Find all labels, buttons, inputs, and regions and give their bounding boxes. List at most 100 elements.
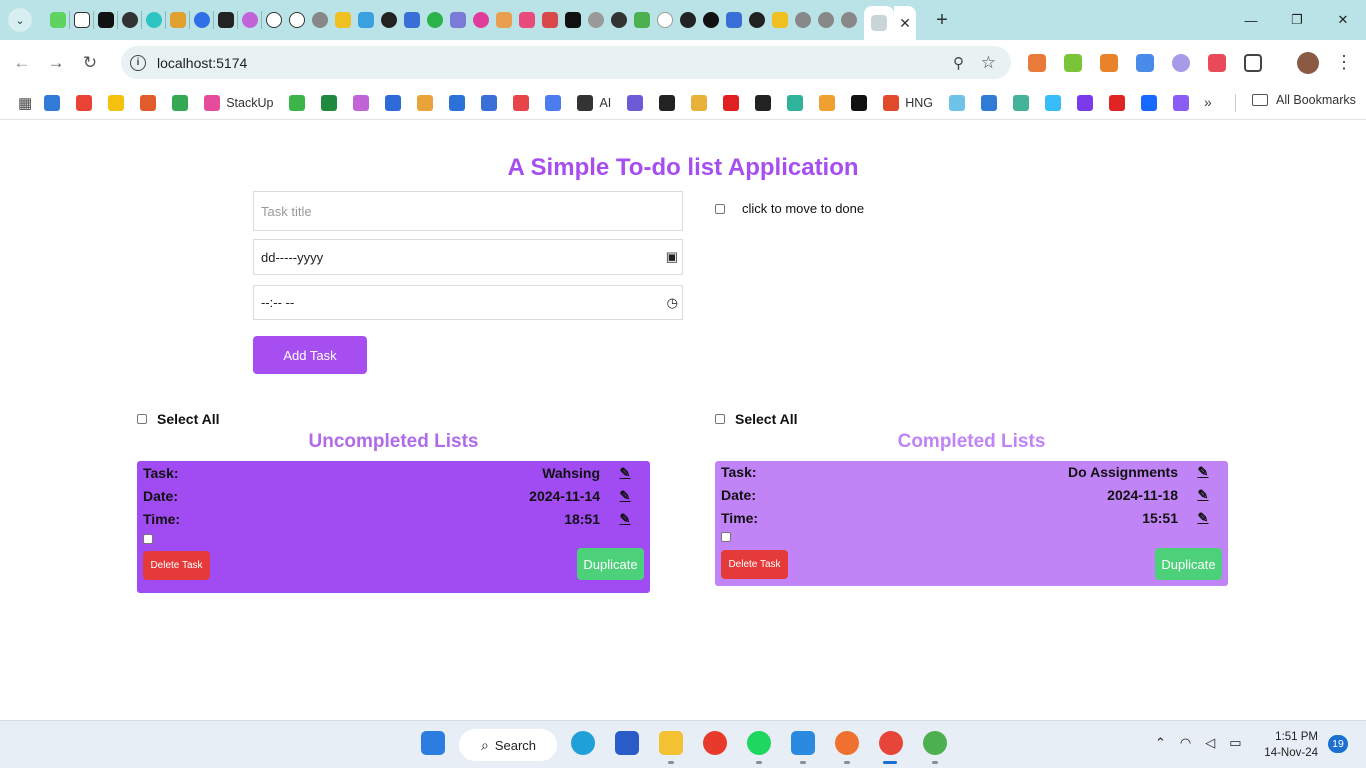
tab[interactable] (584, 0, 607, 40)
extension-icon[interactable] (1064, 54, 1082, 72)
bookmark-item[interactable] (1045, 89, 1062, 117)
tab[interactable] (331, 0, 354, 40)
tab[interactable] (722, 0, 745, 40)
chrome-profile-icon[interactable] (923, 731, 947, 755)
active-tab[interactable] (864, 6, 894, 40)
tab[interactable] (400, 0, 423, 40)
bookmark-item[interactable] (140, 89, 157, 117)
reload-button[interactable]: ↻ (73, 46, 107, 80)
tab[interactable] (238, 0, 261, 40)
delete-task-button[interactable]: Delete Task (721, 550, 788, 579)
edit-date-icon[interactable]: ✎ (614, 488, 636, 504)
edit-time-icon[interactable]: ✎ (614, 511, 636, 527)
edit-task-icon[interactable]: ✎ (614, 465, 636, 481)
move-to-done-checkbox[interactable] (715, 203, 725, 214)
bookmark-item[interactable] (691, 89, 708, 117)
tab[interactable] (142, 0, 165, 40)
wps-icon[interactable] (703, 731, 727, 755)
bookmark-item[interactable] (659, 89, 676, 117)
bookmark-item[interactable] (172, 89, 189, 117)
extension-icon[interactable] (1136, 54, 1154, 72)
bookmark-item[interactable] (44, 89, 61, 117)
tab[interactable] (46, 0, 69, 40)
tab[interactable] (630, 0, 653, 40)
tab[interactable] (837, 0, 860, 40)
all-bookmarks-button[interactable]: All Bookmarks (1252, 93, 1356, 107)
tab[interactable] (469, 0, 492, 40)
bookmark-item[interactable] (513, 89, 530, 117)
bookmark-item[interactable] (819, 89, 836, 117)
tab[interactable] (94, 0, 117, 40)
more-bookmarks-icon[interactable]: » (1204, 94, 1212, 110)
tab[interactable] (214, 0, 237, 40)
tab[interactable] (745, 0, 768, 40)
url-text[interactable]: localhost:5174 (157, 55, 247, 71)
extension-icon[interactable] (1028, 54, 1046, 72)
tab[interactable] (791, 0, 814, 40)
store-icon[interactable] (615, 731, 639, 755)
back-button[interactable]: ← (5, 46, 39, 80)
bookmark-item[interactable] (787, 89, 804, 117)
bookmark-item[interactable] (545, 89, 562, 117)
edit-date-icon[interactable]: ✎ (1192, 487, 1214, 503)
tab[interactable] (561, 0, 584, 40)
bookmark-item[interactable] (1077, 89, 1094, 117)
browser-menu-icon[interactable]: ⋮ (1335, 52, 1353, 73)
address-bar[interactable]: i localhost:5174 ⚲ ☆ (121, 46, 1011, 79)
edit-task-icon[interactable]: ✎ (1192, 464, 1214, 480)
postman-icon[interactable] (835, 731, 859, 755)
tab[interactable] (653, 0, 676, 40)
tab[interactable] (118, 0, 141, 40)
tab[interactable] (492, 0, 515, 40)
taskbar-search[interactable]: ⌕ Search (459, 729, 557, 761)
tab[interactable] (377, 0, 400, 40)
volume-icon[interactable]: ◁ (1205, 735, 1215, 751)
task-done-checkbox[interactable] (143, 534, 153, 544)
new-tab-button[interactable]: + (930, 9, 954, 32)
tab[interactable] (70, 0, 93, 40)
tab[interactable] (676, 0, 699, 40)
bookmark-item[interactable] (627, 89, 644, 117)
completed-select-all-checkbox[interactable] (715, 414, 725, 424)
bookmark-item[interactable] (289, 89, 306, 117)
tab[interactable] (814, 0, 837, 40)
bookmark-item[interactable] (949, 89, 966, 117)
duplicate-button[interactable]: Duplicate (577, 548, 644, 580)
tab[interactable] (190, 0, 213, 40)
extensions-puzzle-icon[interactable] (1244, 54, 1262, 72)
file-explorer-icon[interactable] (659, 731, 683, 755)
tab[interactable] (423, 0, 446, 40)
tab-search-button[interactable]: ⌄ (8, 8, 32, 32)
extension-icon[interactable] (1208, 54, 1226, 72)
date-input[interactable]: dd-----yyyy ▣ (253, 239, 683, 275)
tab[interactable] (515, 0, 538, 40)
bookmark-item[interactable]: StackUp (204, 89, 273, 117)
forward-button[interactable]: → (39, 46, 73, 80)
bookmark-star-icon[interactable]: ☆ (981, 53, 996, 73)
duplicate-button[interactable]: Duplicate (1155, 548, 1222, 580)
uncompleted-select-all-checkbox[interactable] (137, 414, 147, 424)
bookmark-item[interactable] (851, 89, 868, 117)
add-task-button[interactable]: Add Task (253, 336, 367, 374)
tab[interactable] (308, 0, 331, 40)
clock[interactable]: 1:51 PM 14-Nov-24 (1262, 729, 1318, 761)
edit-time-icon[interactable]: ✎ (1192, 510, 1214, 526)
bookmark-item[interactable] (1173, 89, 1190, 117)
minimize-icon[interactable]: — (1228, 0, 1274, 40)
tab[interactable] (768, 0, 791, 40)
wifi-icon[interactable]: ◠ (1180, 735, 1191, 751)
bookmark-item[interactable] (755, 89, 772, 117)
bookmark-item[interactable]: AI (577, 89, 611, 117)
bookmark-item[interactable] (321, 89, 338, 117)
time-input[interactable]: --:-- -- ◷ (253, 285, 683, 320)
task-title-input[interactable]: Task title (253, 191, 683, 231)
edge-icon[interactable] (571, 731, 595, 755)
bookmark-item[interactable]: HNG (883, 89, 933, 117)
close-window-icon[interactable]: ✕ (1320, 0, 1366, 40)
bookmark-item[interactable] (1109, 89, 1126, 117)
tab[interactable] (166, 0, 189, 40)
spotify-icon[interactable] (747, 731, 771, 755)
task-done-checkbox[interactable] (721, 532, 731, 542)
tab[interactable] (446, 0, 469, 40)
tab[interactable] (699, 0, 722, 40)
